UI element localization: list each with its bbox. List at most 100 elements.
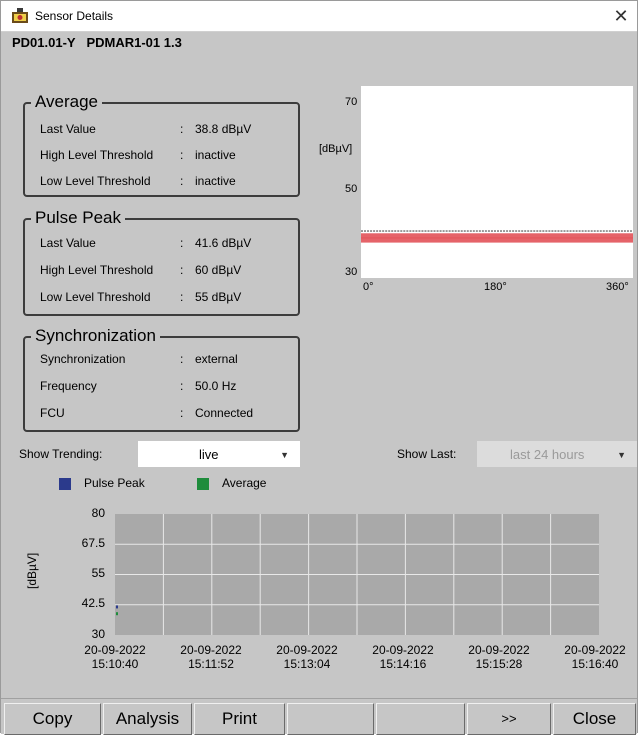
phase-noise-point <box>503 230 506 232</box>
phase-noise-point <box>536 230 539 232</box>
fcu-value: Connected <box>195 406 254 420</box>
phase-noise-point <box>545 230 548 232</box>
phase-noise-point <box>472 230 475 232</box>
phase-noise-point <box>602 230 605 232</box>
phase-noise-point <box>524 230 527 232</box>
average-group-title: Average <box>31 93 103 111</box>
phase-noise-point <box>460 230 463 232</box>
trend-xtick-2-date: 20-09-2022 <box>276 643 338 657</box>
phase-noise-point <box>569 230 572 232</box>
trend-xtick-1: 20-09-2022 15:11:52 <box>171 643 251 671</box>
phase-noise-point <box>512 230 515 232</box>
phase-noise-point <box>533 230 536 232</box>
trend-plot-svg <box>115 514 599 635</box>
phase-noise-point <box>584 230 587 232</box>
pulse-peak-last-value: 41.6 dBµV <box>195 236 252 250</box>
average-high-threshold-label: High Level Threshold <box>40 148 154 162</box>
phase-noise-point <box>557 230 560 232</box>
phase-noise-point <box>554 230 557 232</box>
trend-xtick-5-date: 20-09-2022 <box>564 643 626 657</box>
synchronization-group: Synchronization Synchronization : extern… <box>23 327 300 432</box>
chevron-down-icon: ▼ <box>617 450 626 460</box>
pulse-peak-legend-swatch <box>59 478 71 490</box>
phase-noise-point <box>509 230 512 232</box>
average-high-threshold-colon: : <box>180 148 184 162</box>
pulse-peak-group: Pulse Peak Last Value : 41.6 dBµV High L… <box>23 209 300 316</box>
phase-noise-point <box>394 230 397 232</box>
phase-noise-point <box>590 230 593 232</box>
phase-noise-point <box>548 230 551 232</box>
phase-noise-point <box>551 230 554 232</box>
frequency-value: 50.0 Hz <box>195 379 237 393</box>
blank-button-2[interactable] <box>376 703 465 735</box>
phase-noise-point <box>515 230 518 232</box>
close-button[interactable]: Close <box>553 703 636 735</box>
sync-mode-label: Synchronization <box>40 352 126 366</box>
show-trending-label: Show Trending: <box>19 447 103 461</box>
phase-noise-point <box>382 230 385 232</box>
trend-xtick-0-time: 15:10:40 <box>91 657 139 671</box>
phase-band-1 <box>361 237 633 243</box>
trend-ytick-30: 30 <box>91 627 105 641</box>
pulse-peak-high-threshold-label: High Level Threshold <box>40 263 154 277</box>
phase-ylabel: [dBµV] <box>319 143 353 155</box>
average-last-value-label: Last Value <box>40 122 96 136</box>
phase-noise-point <box>430 230 433 232</box>
pulse-peak-low-threshold-colon: : <box>180 290 184 304</box>
pulse-peak-last-value-colon: : <box>180 236 184 250</box>
trend-xtick-4-date: 20-09-2022 <box>468 643 530 657</box>
trend-xtick-4: 20-09-2022 15:15:28 <box>459 643 539 671</box>
blank-button-1[interactable] <box>287 703 374 735</box>
phase-noise-point <box>626 230 629 232</box>
phase-noise-point <box>445 230 448 232</box>
sensor-details-window: Sensor Details ✕ PD01.01-Y PDMAR1-01 1.3… <box>0 0 638 735</box>
pulse-peak-high-threshold-value: 60 dBµV <box>195 263 242 277</box>
phase-noise-point <box>448 230 451 232</box>
phase-ytick-50: 50 <box>345 183 358 195</box>
average-legend-label: Average <box>222 476 267 490</box>
copy-button[interactable]: Copy <box>4 703 101 735</box>
phase-noise-point <box>605 230 608 232</box>
trend-plot-area <box>115 514 599 635</box>
phase-noise-point <box>490 230 493 232</box>
phase-noise-point <box>539 230 542 232</box>
phase-noise-point <box>484 230 487 232</box>
phase-noise-point <box>373 230 376 232</box>
analysis-button[interactable]: Analysis <box>103 703 192 735</box>
average-legend-swatch <box>197 478 209 490</box>
phase-noise-point <box>572 230 575 232</box>
trend-xtick-5-time: 15:16:40 <box>571 657 619 671</box>
phase-noise-point <box>424 230 427 232</box>
device-name: PDMAR1-01 1.3 <box>86 35 182 50</box>
phase-noise-point <box>581 230 584 232</box>
trend-ytick-55: 55 <box>91 566 105 580</box>
close-icon[interactable]: ✕ <box>609 5 633 27</box>
average-low-threshold-value: inactive <box>195 174 236 188</box>
phase-noise-point <box>518 230 521 232</box>
trend-xtick-4-time: 15:15:28 <box>475 657 523 671</box>
phase-ytick-30: 30 <box>345 266 358 278</box>
trend-xtick-2-time: 15:13:04 <box>283 657 331 671</box>
frequency-label: Frequency <box>40 379 97 393</box>
phase-noise-point <box>527 230 530 232</box>
show-last-select[interactable]: last 24 hours ▼ <box>477 441 637 467</box>
phase-noise-point <box>493 230 496 232</box>
phase-noise-point <box>442 230 445 232</box>
phase-noise-point <box>403 230 406 232</box>
phase-xtick-0: 0° <box>363 281 374 293</box>
show-trending-select[interactable]: live ▼ <box>138 441 300 467</box>
more-button[interactable]: >> <box>467 703 551 735</box>
trend-ylabel: [dBµV] <box>25 552 39 589</box>
phase-noise-point <box>436 230 439 232</box>
print-button[interactable]: Print <box>194 703 285 735</box>
phase-noise-point <box>542 230 545 232</box>
phase-noise-point <box>439 230 442 232</box>
trend-xtick-3-time: 15:14:16 <box>379 657 427 671</box>
title-bar: Sensor Details ✕ <box>1 1 637 32</box>
window-title: Sensor Details <box>35 9 114 23</box>
phase-noise-point <box>412 230 415 232</box>
phase-noise-point <box>614 230 617 232</box>
phase-noise-point <box>487 230 490 232</box>
phase-noise-point <box>617 230 620 232</box>
pulse-peak-last-value-label: Last Value <box>40 236 96 250</box>
